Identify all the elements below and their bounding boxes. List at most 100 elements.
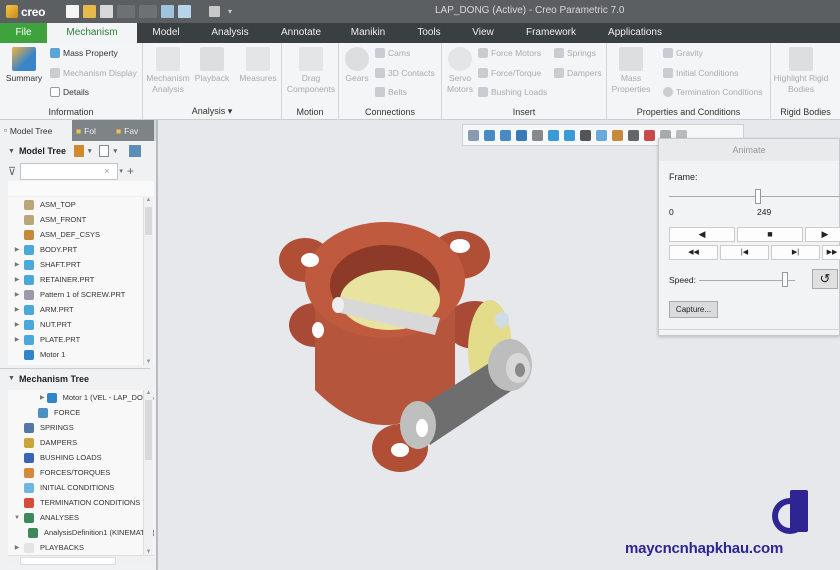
- details-button[interactable]: Details: [50, 87, 89, 97]
- bushing-loads-button[interactable]: Bushing Loads: [478, 87, 547, 97]
- 3d-contacts-button[interactable]: 3D Contacts: [375, 68, 435, 78]
- tab-analysis[interactable]: Analysis: [195, 23, 265, 43]
- tree-columns-icon[interactable]: [128, 145, 141, 157]
- customize-dropdown-icon[interactable]: ▾: [228, 7, 232, 16]
- expand-arrow-icon[interactable]: ▶: [12, 544, 22, 551]
- speed-slider-thumb[interactable]: [782, 272, 789, 287]
- horizontal-scrollbar[interactable]: [8, 555, 154, 565]
- show-icon[interactable]: [99, 145, 110, 157]
- tree-item[interactable]: ▶ PLAYBACKS: [8, 540, 154, 555]
- belts-button[interactable]: Belts: [375, 87, 407, 97]
- tree-item[interactable]: ASM_TOP: [8, 197, 154, 212]
- step-backward-button[interactable]: |◀: [720, 245, 769, 260]
- expanded-arrow-icon[interactable]: ▼: [12, 515, 22, 521]
- tab-mechanism[interactable]: Mechanism: [47, 23, 137, 43]
- undo-icon[interactable]: [117, 5, 135, 18]
- close-window-icon[interactable]: [209, 6, 220, 17]
- zoom-in-icon[interactable]: [484, 129, 495, 141]
- capture-button[interactable]: Capture...: [669, 301, 718, 318]
- group-label-analysis[interactable]: Analysis ▾: [143, 106, 281, 117]
- collapse-icon[interactable]: ▼: [8, 148, 15, 155]
- stop-button[interactable]: ■: [737, 227, 803, 242]
- tree-item[interactable]: AnalysisDefinition1 (KINEMATIC): [8, 525, 154, 540]
- tree-item[interactable]: DAMPERS: [8, 435, 154, 450]
- tree-item[interactable]: ▶ NUT.PRT: [8, 317, 154, 332]
- expand-arrow-icon[interactable]: ▶: [12, 336, 22, 343]
- zoom-out-icon[interactable]: [500, 129, 511, 141]
- expand-arrow-icon[interactable]: ▶: [12, 306, 22, 313]
- tree-item[interactable]: INITIAL CONDITIONS: [8, 480, 154, 495]
- expand-arrow-icon[interactable]: ▶: [12, 246, 22, 253]
- summary-button[interactable]: Summary: [4, 47, 44, 84]
- dampers-button[interactable]: Dampers: [554, 68, 601, 78]
- tree-item[interactable]: SPRINGS: [8, 420, 154, 435]
- expand-arrow-icon[interactable]: ▶: [40, 394, 45, 401]
- tree-item[interactable]: BUSHING LOADS: [8, 450, 154, 465]
- tree-item[interactable]: ASM_FRONT: [8, 212, 154, 227]
- model-tree-scrollbar[interactable]: ▲ ▼: [143, 197, 153, 365]
- play-backward-button[interactable]: ◀: [669, 227, 735, 242]
- frame-slider-thumb[interactable]: [755, 189, 762, 204]
- tree-item[interactable]: TERMINATION CONDITIONS: [8, 495, 154, 510]
- expand-arrow-icon[interactable]: ▶: [12, 321, 22, 328]
- play-forward-button[interactable]: ▶: [805, 227, 840, 242]
- scroll-up-icon[interactable]: ▲: [144, 197, 153, 203]
- tab-tools[interactable]: Tools: [399, 23, 459, 43]
- tab-applications[interactable]: Applications: [595, 23, 675, 43]
- loop-button[interactable]: ↺: [812, 269, 838, 289]
- tree-item[interactable]: ▶ BODY.PRT: [8, 242, 154, 257]
- gears-button[interactable]: Gears: [341, 47, 373, 84]
- initial-conditions-button[interactable]: Initial Conditions: [663, 68, 738, 78]
- cams-button[interactable]: Cams: [375, 48, 410, 58]
- mechanism-tree-scrollbar[interactable]: ▲ ▼: [143, 390, 153, 555]
- scroll-down-icon[interactable]: ▼: [144, 359, 153, 365]
- settings-icon[interactable]: [73, 145, 84, 157]
- mass-property-button[interactable]: Mass Property: [50, 48, 118, 58]
- redo-icon[interactable]: [139, 5, 157, 18]
- step-forward-button[interactable]: ▶|: [771, 245, 820, 260]
- force-motors-button[interactable]: Force Motors: [478, 48, 541, 58]
- saved-orientations-icon[interactable]: [548, 129, 559, 141]
- gravity-button[interactable]: Gravity: [663, 48, 703, 58]
- mechanism-display-button[interactable]: Mechanism Display: [50, 68, 137, 78]
- scroll-thumb[interactable]: [145, 207, 152, 235]
- tab-framework[interactable]: Framework: [507, 23, 595, 43]
- graphics-viewport[interactable]: Animate Frame: 0 249 ◀ ■ ▶ ◀◀ |◀ ▶| ▶▶ S…: [160, 120, 840, 570]
- search-options-dropdown-icon[interactable]: ▾: [119, 167, 123, 175]
- expand-arrow-icon[interactable]: ▶: [12, 291, 22, 298]
- datum-display-icon[interactable]: [612, 129, 623, 141]
- tab-view[interactable]: View: [459, 23, 507, 43]
- fast-forward-button[interactable]: ▶▶: [822, 245, 840, 260]
- force-torque-button[interactable]: Force/Torque: [478, 68, 541, 78]
- tree-item[interactable]: ▶ SHAFT.PRT: [8, 257, 154, 272]
- drag-components-button[interactable]: Drag Components: [284, 47, 338, 95]
- mass-properties-button[interactable]: Mass Properties: [609, 47, 653, 95]
- playback-button[interactable]: Playback: [193, 47, 231, 84]
- tab-model[interactable]: Model: [137, 23, 195, 43]
- tab-manikin[interactable]: Manikin: [337, 23, 399, 43]
- windows-icon[interactable]: [178, 5, 191, 18]
- section-icon[interactable]: [596, 129, 607, 141]
- tree-item[interactable]: Motor 1: [8, 347, 154, 362]
- mechanism-analysis-button[interactable]: Mechanism Analysis: [145, 47, 191, 95]
- settings-dropdown-icon[interactable]: ▾: [88, 147, 92, 155]
- tab-annotate[interactable]: Annotate: [265, 23, 337, 43]
- tab-favorites[interactable]: ■ Fav: [112, 120, 154, 141]
- clear-search-icon[interactable]: ×: [104, 166, 109, 176]
- termination-conditions-button[interactable]: Termination Conditions: [663, 87, 762, 97]
- new-icon[interactable]: [66, 5, 79, 18]
- repaint-icon[interactable]: [516, 129, 527, 141]
- regenerate-icon[interactable]: [161, 5, 174, 18]
- tab-file[interactable]: File: [0, 23, 47, 43]
- 3d-model[interactable]: [270, 200, 570, 500]
- collapse-mechanism-icon[interactable]: ▼: [8, 375, 15, 382]
- scroll-thumb[interactable]: [145, 400, 152, 460]
- annotation-display-icon[interactable]: [628, 129, 639, 141]
- rewind-button[interactable]: ◀◀: [669, 245, 718, 260]
- speed-slider[interactable]: [699, 280, 795, 281]
- tree-item[interactable]: ▶ PLATE.PRT: [8, 332, 154, 347]
- measures-button[interactable]: Measures: [237, 47, 279, 84]
- spin-center-icon[interactable]: [644, 129, 655, 141]
- perspective-icon[interactable]: [580, 129, 591, 141]
- filter-icon[interactable]: ⊽: [8, 165, 16, 178]
